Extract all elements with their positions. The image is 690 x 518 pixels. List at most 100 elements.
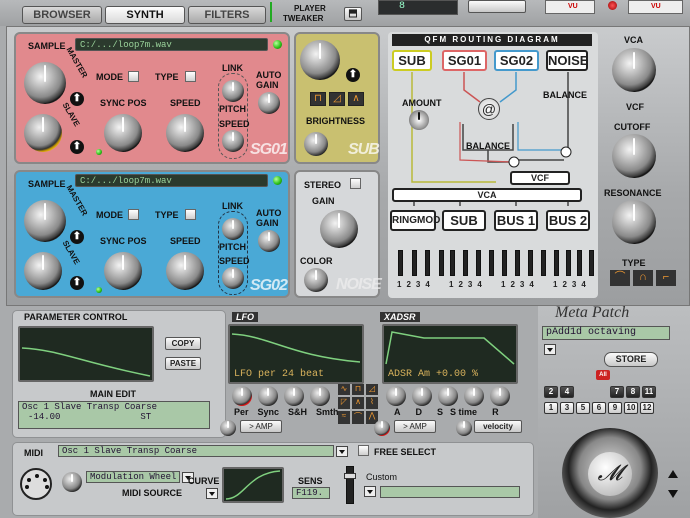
meta-slot-3[interactable]: 3 bbox=[560, 402, 574, 414]
adsr-a-knob[interactable] bbox=[386, 386, 406, 406]
sub-brightness-knob[interactable] bbox=[304, 132, 328, 156]
meta-morph-wheel[interactable]: 𝓜 bbox=[562, 428, 658, 518]
ringmod-slider-3[interactable] bbox=[425, 250, 431, 276]
sg01-slave-arrow-icon[interactable]: ⬆ bbox=[70, 140, 84, 154]
lfo-wave-7-icon[interactable]: ≈ bbox=[338, 410, 350, 424]
vca-knob[interactable] bbox=[612, 48, 656, 92]
filter-highpass-icon[interactable]: ⌐ bbox=[656, 270, 676, 286]
route-vca-box[interactable]: VCA bbox=[392, 188, 582, 202]
midi-target-dropdown[interactable] bbox=[336, 446, 348, 457]
adsr-amount-knob[interactable] bbox=[374, 420, 390, 436]
sub-wave-square-icon[interactable]: ⊓ bbox=[310, 92, 326, 106]
param-display[interactable] bbox=[18, 326, 154, 382]
sg01-auto-gain-knob[interactable] bbox=[258, 92, 280, 114]
sub-slider-1[interactable] bbox=[450, 250, 455, 276]
sg02-link-knob[interactable] bbox=[222, 218, 244, 240]
lfo-amount-knob[interactable] bbox=[220, 420, 236, 436]
sg02-auto-gain-knob[interactable] bbox=[258, 230, 280, 252]
cutoff-knob[interactable] bbox=[612, 134, 656, 178]
lfo-smth-knob[interactable] bbox=[310, 386, 330, 406]
sg01-power-led[interactable] bbox=[273, 40, 282, 49]
custom-dropdown[interactable] bbox=[364, 486, 376, 497]
filter-bandpass-icon[interactable]: ∩ bbox=[633, 270, 653, 286]
sub-arrow-icon[interactable]: ⬆ bbox=[346, 68, 360, 82]
top-button[interactable] bbox=[468, 0, 526, 13]
store-button[interactable]: STORE bbox=[604, 352, 658, 367]
sg01-master-arrow-icon[interactable]: ⬆ bbox=[70, 92, 84, 106]
tab-synth[interactable]: SYNTH bbox=[105, 6, 185, 24]
sg01-sample-path[interactable]: C:/.../loop7m.wav bbox=[75, 38, 268, 51]
all-button[interactable]: All bbox=[596, 370, 610, 380]
lfo-wave-3-icon[interactable]: ◿ bbox=[366, 384, 378, 396]
route-bus-ringmod[interactable]: RINGMOD bbox=[390, 210, 440, 231]
meta-slot-4[interactable]: 4 bbox=[560, 386, 574, 398]
lfo-sync-knob[interactable] bbox=[258, 386, 278, 406]
ringmod-slider-2[interactable] bbox=[411, 250, 417, 276]
tweaker-icon[interactable]: ⬒ bbox=[344, 7, 362, 21]
sub-slider-4[interactable] bbox=[489, 250, 494, 276]
sg02-power-led[interactable] bbox=[273, 176, 282, 185]
bus1-slider-4[interactable] bbox=[541, 250, 546, 276]
adsr-d-knob[interactable] bbox=[412, 386, 432, 406]
route-qfm-spiral-icon[interactable]: @ bbox=[478, 98, 500, 120]
sg02-speed-link-knob[interactable] bbox=[222, 267, 244, 289]
meta-slot-2[interactable]: 2 bbox=[544, 386, 558, 398]
lfo-wave-2-icon[interactable]: ⊓ bbox=[352, 384, 364, 396]
resonance-knob[interactable] bbox=[612, 200, 656, 244]
lfo-per-knob[interactable] bbox=[232, 386, 252, 406]
main-edit-display[interactable]: Osc 1 Slave Transp Coarse -14.00 ST bbox=[18, 401, 210, 429]
meta-patch-dropdown[interactable] bbox=[544, 344, 556, 355]
bus2-slider-2[interactable] bbox=[565, 250, 571, 276]
sub-wave-tri-icon[interactable]: ∧ bbox=[348, 92, 364, 106]
adsr-stime-knob[interactable] bbox=[464, 386, 484, 406]
sg02-master-arrow-icon[interactable]: ⬆ bbox=[70, 230, 84, 244]
sg02-mode-button[interactable] bbox=[128, 209, 139, 220]
adsr-target-button[interactable]: > AMP bbox=[394, 420, 436, 433]
noise-gain-knob[interactable] bbox=[320, 210, 358, 248]
sg01-type-button[interactable] bbox=[185, 71, 196, 82]
tab-filters[interactable]: FILTERS bbox=[188, 6, 266, 24]
lfo-wave-4-icon[interactable]: ◸ bbox=[338, 397, 350, 409]
custom-display[interactable] bbox=[380, 486, 520, 498]
sub-slider-2[interactable] bbox=[463, 250, 468, 276]
free-select-button[interactable] bbox=[358, 445, 369, 456]
sens-display[interactable]: F119. bbox=[292, 487, 330, 499]
noise-color-knob[interactable] bbox=[304, 268, 328, 292]
tab-browser[interactable]: BROWSER bbox=[22, 6, 102, 24]
sub-wave-saw-icon[interactable]: ◿ bbox=[329, 92, 345, 106]
copy-button[interactable]: COPY bbox=[165, 337, 201, 350]
sg01-master-knob[interactable] bbox=[24, 62, 66, 104]
lfo-display[interactable]: LFO per 24 beat bbox=[228, 324, 364, 384]
route-amount-knob[interactable] bbox=[409, 110, 429, 130]
lfo-wave-5-icon[interactable]: ∧ bbox=[352, 397, 364, 409]
noise-stereo-button[interactable] bbox=[350, 178, 361, 189]
sg02-slave-arrow-icon[interactable]: ⬆ bbox=[70, 276, 84, 290]
bus1-slider-3[interactable] bbox=[528, 250, 533, 276]
curve-display[interactable] bbox=[222, 467, 284, 503]
midi-source-display[interactable]: Modulation Wheel bbox=[86, 471, 180, 483]
sg01-mode-button[interactable] bbox=[128, 71, 139, 82]
paste-button[interactable]: PASTE bbox=[165, 357, 201, 370]
sg01-speed-knob[interactable] bbox=[166, 114, 204, 152]
midi-target-display[interactable]: Osc 1 Slave Transp Coarse bbox=[58, 445, 334, 457]
sg02-slave-knob[interactable] bbox=[24, 252, 62, 290]
route-bus-1[interactable]: BUS 1 bbox=[494, 210, 538, 231]
adsr-r-knob[interactable] bbox=[490, 386, 510, 406]
sg02-master-knob[interactable] bbox=[24, 200, 66, 242]
meta-slot-8[interactable]: 8 bbox=[626, 386, 640, 398]
sg01-speed-link-knob[interactable] bbox=[222, 130, 244, 152]
meta-down-arrow-icon[interactable] bbox=[668, 490, 678, 498]
sg02-type-button[interactable] bbox=[185, 209, 196, 220]
adsr-velocity-button[interactable]: velocity bbox=[474, 420, 522, 433]
meta-slot-1[interactable]: 1 bbox=[544, 402, 558, 414]
sg01-syncpos-knob[interactable] bbox=[104, 114, 142, 152]
lfo-wave-6-icon[interactable]: ⌇ bbox=[366, 397, 378, 409]
route-vcf-box[interactable]: VCF bbox=[510, 171, 570, 185]
meta-slot-9[interactable]: 9 bbox=[608, 402, 622, 414]
meta-patch-name[interactable]: pAdd1d octaving bbox=[542, 326, 670, 340]
sub-pitch-knob[interactable] bbox=[300, 40, 340, 80]
sub-slider-3[interactable] bbox=[476, 250, 481, 276]
filter-lowpass-icon[interactable]: ⌒ bbox=[610, 270, 630, 286]
adsr-velocity-knob[interactable] bbox=[456, 420, 472, 436]
route-bus-sub[interactable]: SUB bbox=[442, 210, 486, 231]
